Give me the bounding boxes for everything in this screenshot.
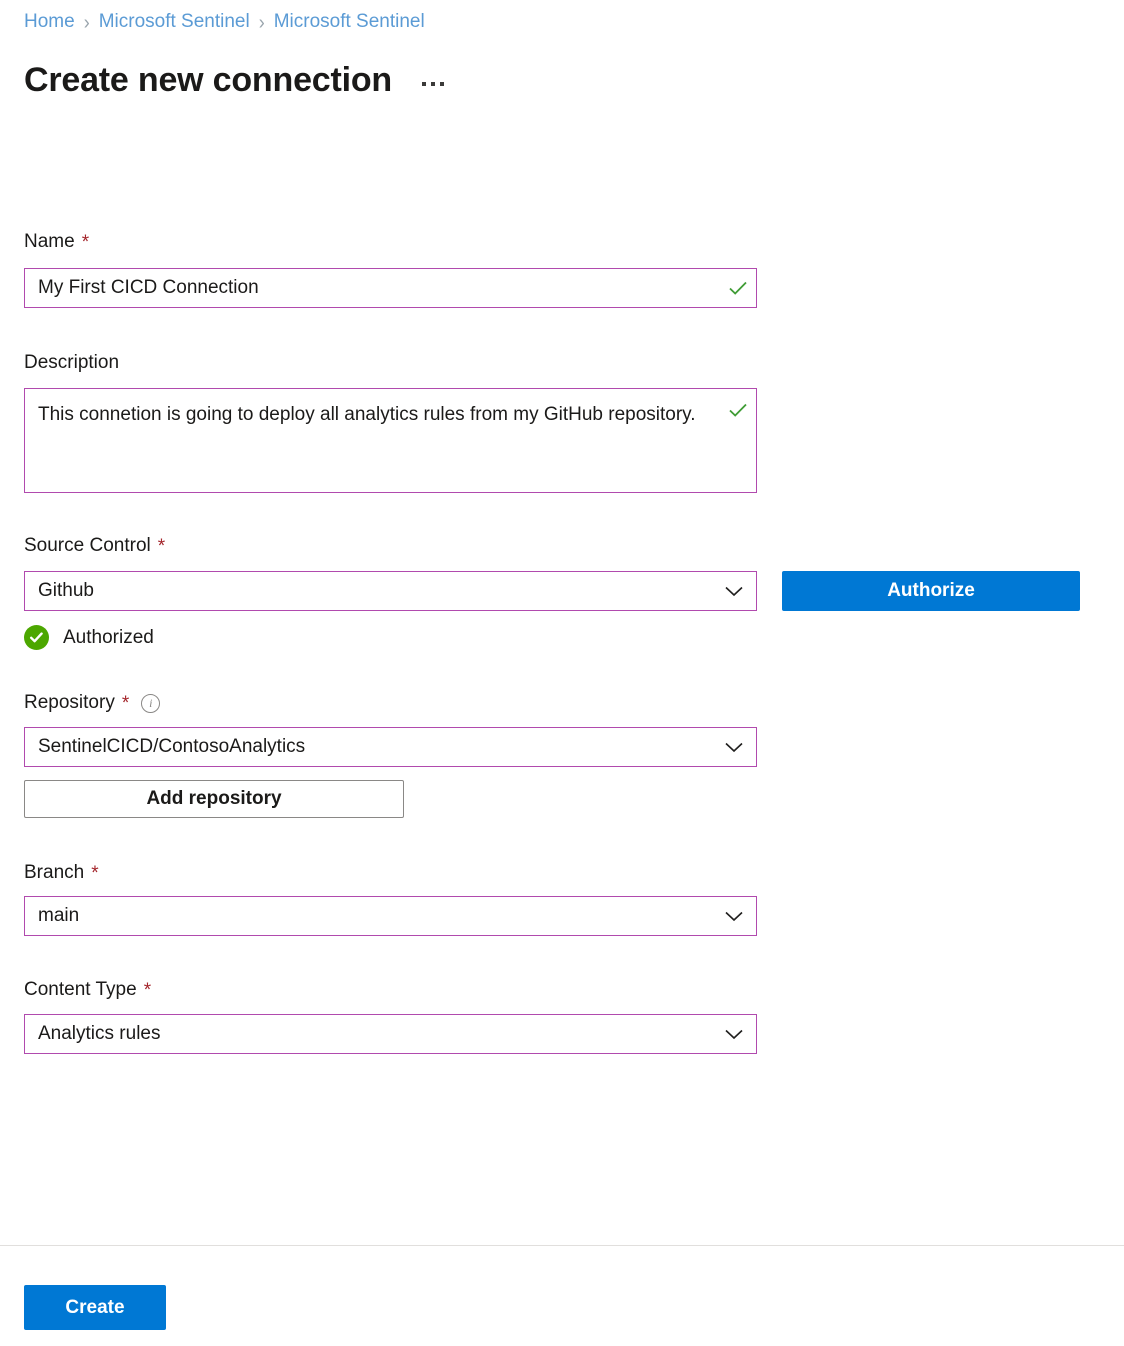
ellipsis-dot-1	[422, 82, 426, 86]
content-type-label-text: Content Type	[24, 978, 137, 1002]
ellipsis-dot-3	[440, 82, 444, 86]
create-button[interactable]: Create	[24, 1285, 166, 1330]
info-icon[interactable]: i	[141, 694, 160, 713]
content-type-label: Content Type *	[24, 978, 151, 1002]
content-type-selected-value[interactable]: Analytics rules	[25, 1023, 712, 1045]
branch-selected-value[interactable]: main	[25, 905, 712, 927]
source-control-dropdown[interactable]: Github	[24, 571, 757, 611]
breadcrumb-item-microsoft-sentinel-2[interactable]: Microsoft Sentinel	[274, 10, 425, 34]
repository-label: Repository * i	[24, 691, 160, 715]
breadcrumb-separator-icon-2: ›	[259, 8, 265, 36]
repository-required-asterisk: *	[122, 694, 129, 713]
name-required-asterisk: *	[82, 233, 89, 252]
source-control-selected-value[interactable]: Github	[25, 580, 712, 602]
content-type-dropdown[interactable]: Analytics rules	[24, 1014, 757, 1054]
breadcrumb-item-home[interactable]: Home	[24, 10, 75, 34]
breadcrumb-separator-icon: ›	[84, 8, 90, 36]
repository-label-text: Repository	[24, 691, 115, 715]
name-input[interactable]: My First CICD Connection	[24, 268, 757, 308]
chevron-down-icon[interactable]	[712, 904, 756, 928]
footer-divider	[0, 1245, 1124, 1246]
chevron-down-icon[interactable]	[712, 579, 756, 603]
authorization-status-text: Authorized	[63, 626, 154, 650]
breadcrumb-item-microsoft-sentinel-1[interactable]: Microsoft Sentinel	[99, 10, 250, 34]
branch-dropdown[interactable]: main	[24, 896, 757, 936]
chevron-down-icon[interactable]	[712, 735, 756, 759]
branch-label: Branch *	[24, 861, 99, 885]
chevron-down-icon[interactable]	[712, 1022, 756, 1046]
description-label-text: Description	[24, 351, 119, 375]
page-header: Create new connection	[24, 58, 448, 102]
page-title: Create new connection	[24, 58, 392, 102]
description-textarea[interactable]: This connetion is going to deploy all an…	[24, 388, 757, 493]
description-valid-check-icon	[720, 398, 756, 422]
repository-dropdown[interactable]: SentinelCICD/ContosoAnalytics	[24, 727, 757, 767]
source-control-label: Source Control *	[24, 534, 165, 558]
branch-required-asterisk: *	[91, 864, 98, 883]
authorization-status: Authorized	[24, 625, 154, 650]
more-actions-ellipsis-icon[interactable]	[418, 78, 448, 90]
name-label: Name *	[24, 230, 89, 254]
branch-label-text: Branch	[24, 861, 84, 885]
name-valid-check-icon	[720, 277, 756, 299]
repository-selected-value[interactable]: SentinelCICD/ContosoAnalytics	[25, 736, 712, 758]
description-label: Description	[24, 351, 119, 375]
ellipsis-dot-2	[431, 82, 435, 86]
authorize-button[interactable]: Authorize	[782, 571, 1080, 611]
name-input-value[interactable]: My First CICD Connection	[25, 277, 720, 299]
add-repository-button[interactable]: Add repository	[24, 780, 404, 818]
content-type-required-asterisk: *	[144, 981, 151, 1000]
name-label-text: Name	[24, 230, 75, 254]
source-control-required-asterisk: *	[158, 537, 165, 556]
breadcrumb: Home › Microsoft Sentinel › Microsoft Se…	[24, 10, 425, 34]
description-textarea-value[interactable]: This connetion is going to deploy all an…	[25, 389, 756, 431]
success-check-circle-icon	[24, 625, 49, 650]
source-control-label-text: Source Control	[24, 534, 151, 558]
